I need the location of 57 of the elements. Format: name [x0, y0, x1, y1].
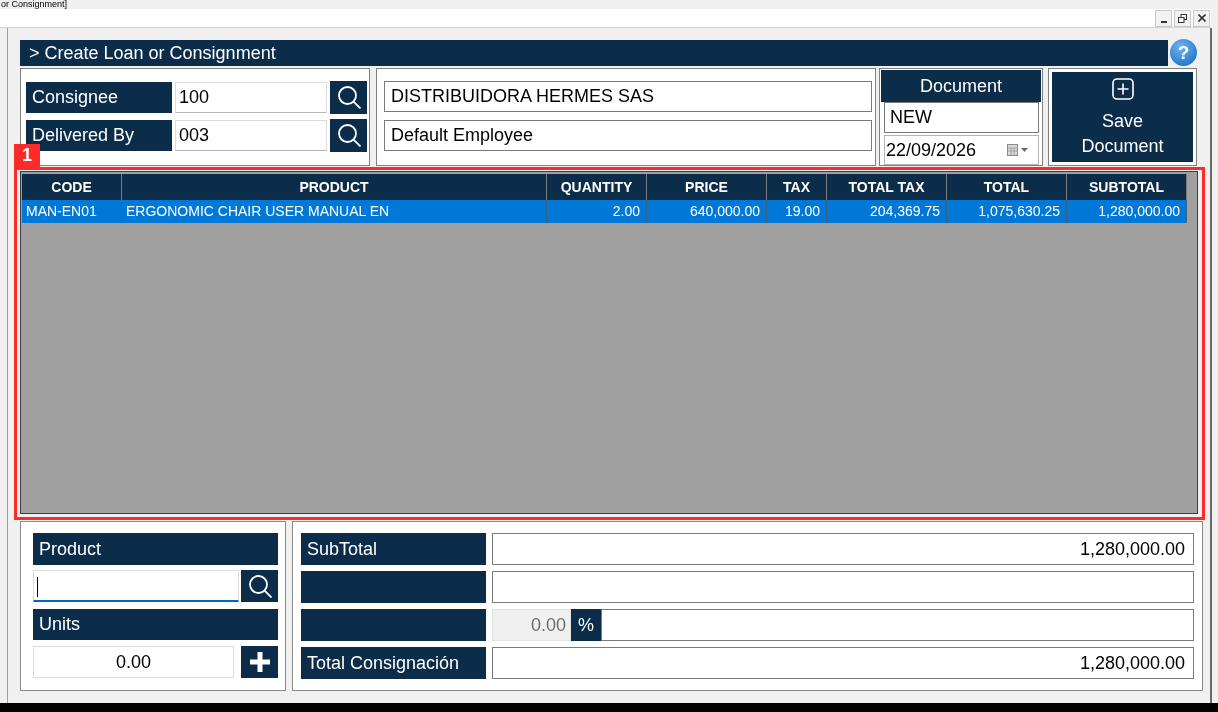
restore-button[interactable] [1174, 9, 1191, 27]
amount-field[interactable]: 1,280,000.00 [492, 647, 1194, 679]
units-field[interactable]: 0.00 [33, 646, 234, 678]
table-cell: 204,369.75 [827, 200, 947, 223]
restore-icon [1178, 13, 1187, 23]
name-field[interactable]: DISTRIBUIDORA HERMES SAS [384, 81, 872, 112]
caret-icon [1021, 148, 1028, 152]
field-label: Units [33, 609, 278, 640]
close-icon [1197, 14, 1206, 22]
total-label: SubTotal [301, 533, 486, 565]
table-cell: 1,075,630.25 [947, 200, 1067, 223]
table-row[interactable]: MAN-EN01 ERGONOMIC CHAIR USER MANUAL EN 2.00 640,000.00 19.00 204,369.75 1,075,630.25 1,280,000.00 [22, 200, 1187, 223]
percent-amount-field[interactable] [601, 609, 1194, 641]
column-header[interactable]: TOTAL TAX [827, 174, 947, 200]
field-label: Consignee [26, 81, 172, 113]
table-cell: 640,000.00 [647, 200, 767, 223]
percent-label: % [571, 609, 601, 641]
search-icon [336, 123, 361, 147]
amount-field[interactable] [492, 571, 1194, 603]
total-label: Total Consignación [301, 647, 486, 679]
window-title: or Consignment] [0, 0, 68, 9]
minimize-icon [1160, 20, 1167, 23]
column-header[interactable]: PRICE [647, 174, 767, 200]
column-header[interactable]: TOTAL [947, 174, 1067, 200]
field-label: Product [33, 533, 278, 565]
search-icon [247, 574, 272, 598]
search-icon [336, 85, 361, 109]
column-header[interactable]: PRODUCT [122, 174, 547, 200]
code-field[interactable]: 003 [175, 119, 327, 151]
close-button[interactable] [1193, 9, 1210, 27]
search-button[interactable] [330, 118, 367, 152]
table-cell: ERGONOMIC CHAIR USER MANUAL EN [122, 200, 547, 223]
table-cell: 19.00 [767, 200, 827, 223]
add-icon [1111, 78, 1134, 100]
form-title-bar: > Create Loan or Consignment [20, 39, 1168, 66]
calendar-icon [1007, 144, 1018, 156]
column-header[interactable]: QUANTITY [547, 174, 647, 200]
save-document-button[interactable]: Save Document [1052, 72, 1193, 162]
column-header[interactable]: CODE [22, 174, 122, 200]
add-button[interactable] [241, 646, 278, 678]
document-number-field[interactable]: NEW [884, 102, 1039, 133]
column-header[interactable]: TAX [767, 174, 827, 200]
table-cell: 1,280,000.00 [1067, 200, 1187, 223]
table-cell: 2.00 [547, 200, 647, 223]
search-button[interactable] [330, 80, 367, 114]
plus-icon [249, 652, 270, 672]
column-header[interactable]: SUBTOTAL [1067, 174, 1187, 200]
date-picker[interactable]: 22/09/2026 [884, 135, 1039, 165]
amount-field[interactable]: 1,280,000.00 [492, 533, 1194, 565]
product-field[interactable] [33, 570, 239, 602]
table-cell: MAN-EN01 [22, 200, 122, 223]
search-button[interactable] [241, 570, 278, 602]
minimize-button[interactable] [1155, 9, 1172, 27]
text-cursor [37, 577, 38, 597]
name-field[interactable]: Default Employee [384, 120, 872, 151]
document-header: Document [881, 70, 1041, 102]
code-field[interactable]: 100 [175, 81, 327, 113]
